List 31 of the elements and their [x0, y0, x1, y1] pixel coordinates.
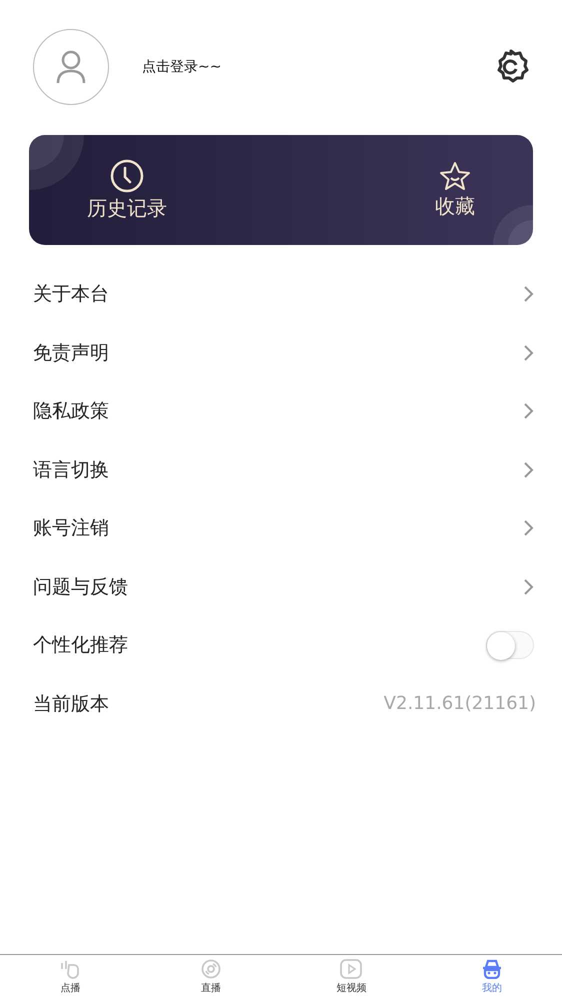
- play-icon: [340, 958, 362, 978]
- incognito-icon: [482, 958, 502, 978]
- nav-tab[interactable]: 我的: [422, 955, 562, 998]
- avatar[interactable]: [33, 29, 109, 105]
- version-text: V2.11.61(21161): [384, 693, 536, 714]
- menu-item[interactable]: 语言切换: [33, 456, 109, 483]
- shortcut-button[interactable]: 历史记录: [87, 158, 167, 222]
- menu-item[interactable]: 账号注销: [33, 515, 109, 542]
- chevron-icon: [522, 285, 534, 304]
- menu-item[interactable]: 个性化推荐: [33, 632, 128, 658]
- shortcut-button[interactable]: 收藏: [435, 160, 475, 220]
- menu-item[interactable]: 免责声明: [33, 340, 109, 366]
- nav-tab[interactable]: 短视频: [281, 955, 422, 998]
- nav-tab[interactable]: 直播: [140, 955, 281, 998]
- menu-item[interactable]: 当前版本: [33, 690, 109, 717]
- toggle-switch[interactable]: [486, 631, 534, 660]
- chevron-icon: [522, 460, 534, 479]
- chevron-icon: [522, 402, 534, 420]
- chevron-icon: [522, 578, 534, 596]
- menu-item[interactable]: 关于本台: [33, 281, 109, 308]
- chevron-icon: [522, 519, 534, 538]
- star-icon: [439, 160, 471, 190]
- hand-icon: [60, 958, 80, 978]
- clock-icon: [110, 158, 144, 192]
- user-icon: [56, 50, 86, 84]
- nav-tab[interactable]: 点播: [0, 955, 140, 998]
- chevron-icon: [522, 344, 534, 362]
- menu-item[interactable]: 隐私政策: [33, 398, 109, 424]
- disc-icon: [200, 958, 221, 978]
- login-prompt[interactable]: 点击登录~~: [142, 58, 222, 76]
- menu-item[interactable]: 问题与反馈: [33, 574, 128, 600]
